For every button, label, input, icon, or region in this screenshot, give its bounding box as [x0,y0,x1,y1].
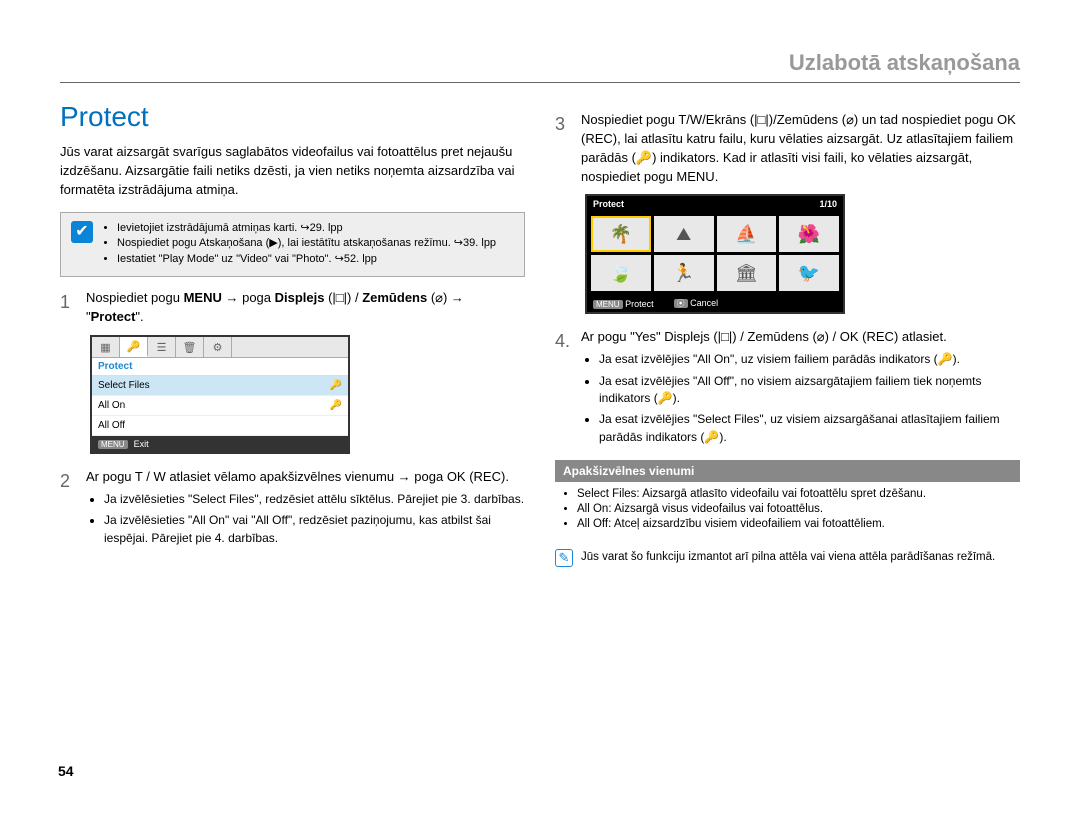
submenu-header: Apakšizvēlnes vienumi [555,460,1020,482]
t: Nospiediet pogu [86,290,184,305]
step-bullet: Ja izvēlēsieties "All On" vai "All Off",… [104,512,525,547]
menu-row: All Off [92,416,348,436]
section-title: Protect [60,101,525,133]
menu-row-selected: Select Files 🔑 [92,376,348,396]
thumbnail: 🌴 [591,216,651,252]
menu-key-badge: MENU [593,300,623,309]
thumbs-counter: 1/10 [819,199,837,209]
menu-key-badge: MENU [98,440,128,449]
step-text: Ar pogu "Yes" Displejs (|□|) / Zemūdens … [581,329,947,344]
menu-title: Protect [92,358,348,376]
menu-row: All On 🔑 [92,396,348,416]
thumbnail: 🐦 [779,255,839,291]
tab-icon: ▦ [92,337,120,357]
t: → poga [222,290,275,305]
thumbnail: 🍃 [591,255,651,291]
display-icon: (|□|) / [324,290,362,305]
submenu-item: All Off: Atceļ aizsardzību visiem videof… [577,518,1012,530]
step-bullet: Ja esat izvēlējies "All On", uz visiem f… [599,351,1020,368]
t: Zemūdens [362,290,427,305]
check-icon: ✔ [71,221,93,243]
tab-icon: ☰ [148,337,176,357]
breadcrumb: Uzlabotā atskaņošana [60,50,1020,83]
thumbnail: ⛰ [654,216,714,252]
info-item: Ievietojiet izstrādājumā atmiņas karti. … [117,221,496,237]
step-bullet: Ja izvēlēsieties "Select Files", redzēsi… [104,491,525,508]
t: ". [135,309,143,324]
thumbs-title: Protect [593,199,624,209]
menu-item-label: All On [98,400,125,411]
key-icon: 🔑 [330,400,342,411]
step-4: 4. Ar pogu "Yes" Displejs (|□|) / Zemūde… [555,328,1020,450]
thumbnail: 🏃 [654,255,714,291]
submenu-item: Select Files: Aizsargā atlasīto videofai… [577,488,1012,500]
step-number: 1 [60,289,76,327]
ui-thumbnail-screenshot: Protect 1/10 🌴 ⛰ ⛵ 🌺 🍃 🏃 🏛 🐦 MENU Protec… [585,194,845,314]
info-item: Nospiediet pogu Atskaņošana (▶), lai ies… [117,236,496,252]
t: Protect [91,309,136,324]
menu-item-label: Select Files [98,380,150,391]
tab-icon: ⚙ [204,337,232,357]
info-box: ✔ Ievietojiet izstrādājumā atmiņas karti… [60,212,525,278]
step-3: 3 Nospiediet pogu T/W/Ekrāns (|□|)/Zemūd… [555,111,1020,186]
info-item: Iestatiet "Play Mode" uz "Video" vai "Ph… [117,252,496,268]
step-text: Nospiediet pogu T/W/Ekrāns (|□|)/Zemūden… [581,112,1016,184]
step-2: 2 Ar pogu T / W atlasiet vēlamo apakšizv… [60,468,525,551]
note-box: ✎ Jūs varat šo funkciju izmantot arī pil… [555,549,1020,567]
step-number: 3 [555,111,571,186]
step-bullet: Ja esat izvēlējies "Select Files", uz vi… [599,411,1020,446]
cancel-label: Cancel [690,298,718,308]
menu-item-label: All Off [98,420,125,431]
t: Displejs [275,290,325,305]
tab-icon: 🔑 [120,337,148,357]
t: MENU [184,290,222,305]
step-number: 4. [555,328,571,450]
step-text: Ar pogu T / W atlasiet vēlamo apakšizvēl… [86,469,509,484]
intro-text: Jūs varat aizsargāt svarīgus saglabātos … [60,143,525,200]
thumbnail: ⛵ [717,216,777,252]
step-number: 2 [60,468,76,551]
step-bullet: Ja esat izvēlējies "All Off", no visiem … [599,373,1020,408]
exit-label: Exit [134,439,149,449]
tab-icon: 🗑 [176,337,204,357]
thumbnail: 🌺 [779,216,839,252]
cancel-key-badge: ⦿ [674,299,688,308]
thumbnail: 🏛 [717,255,777,291]
note-icon: ✎ [555,549,573,567]
ui-menu-screenshot: ▦ 🔑 ☰ 🗑 ⚙ Protect Select Files 🔑 All On … [90,335,350,454]
submenu-item: All On: Aizsargā visus videofailus vai f… [577,503,1012,515]
page-number: 54 [58,763,74,779]
key-icon: 🔑 [330,380,342,391]
note-text: Jūs varat šo funkciju izmantot arī pilna… [581,549,995,567]
step-1: 1 Nospiediet pogu MENU → poga Displejs (… [60,289,525,327]
protect-label: Protect [625,299,654,309]
